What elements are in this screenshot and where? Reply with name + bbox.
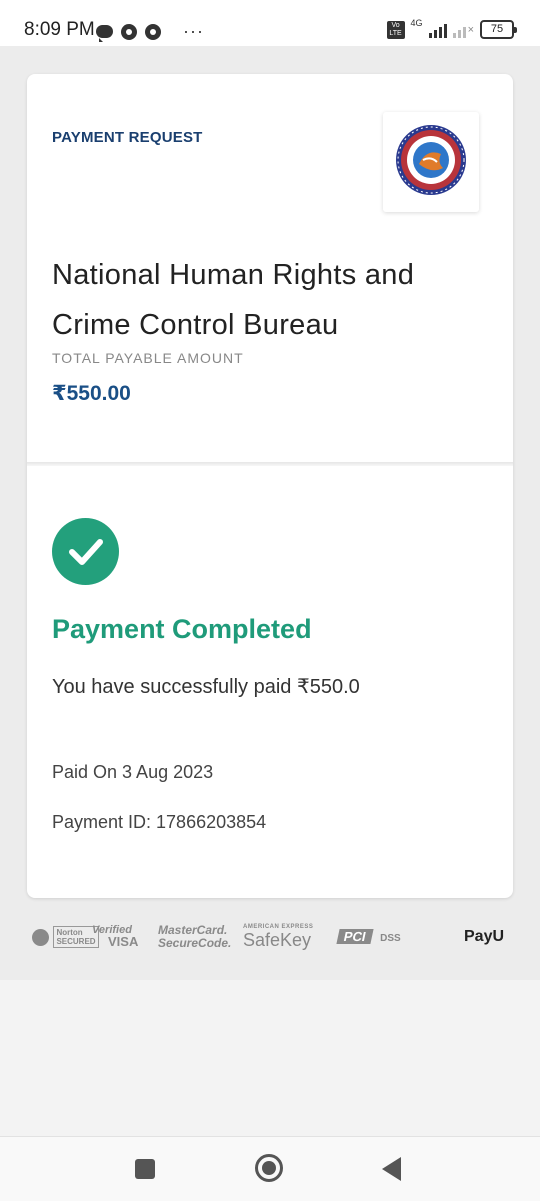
signal-icon [428, 22, 447, 38]
payment-status-message: You have successfully paid ₹550.0 [52, 676, 360, 698]
total-payable-label: TOTAL PAYABLE AMOUNT [52, 350, 244, 366]
system-navigation-bar [0, 1136, 540, 1201]
verified-visa-badge: Verified VISA [92, 924, 139, 949]
pci-dss-badge: PCI DSS [336, 928, 401, 946]
security-badges: Norton SECURED Verified VISA MasterCard.… [0, 916, 540, 960]
mastercard-securecode-badge: MasterCard. SecureCode. [158, 923, 232, 950]
signal-icon-sim2 [452, 22, 466, 38]
back-button[interactable] [382, 1157, 401, 1181]
organization-logo [383, 112, 479, 212]
norton-badge: Norton SECURED [32, 926, 100, 948]
network-type: 4G [410, 17, 423, 28]
organization-name: National Human Rights and Crime Control … [52, 259, 415, 341]
home-button[interactable] [255, 1154, 283, 1182]
recent-apps-button[interactable] [135, 1159, 155, 1179]
total-payable-amount: ₹550.00 [52, 382, 131, 405]
check-icon [52, 518, 119, 585]
notification-icons: ··· [96, 21, 204, 42]
chat-icon [96, 25, 113, 42]
system-icons: Vo LTE 4G × 75 [386, 17, 517, 39]
payment-request-label: PAYMENT REQUEST [52, 129, 203, 146]
paid-on-date: Paid On 3 Aug 2023 [52, 762, 214, 782]
payment-status-title: Payment Completed [52, 614, 312, 644]
payment-card: PAYMENT REQUEST National Human Rights an… [27, 74, 513, 898]
chrome-icon [145, 23, 161, 40]
payu-logo: PayU [464, 928, 505, 945]
no-signal-icon: × [467, 23, 474, 36]
section-divider [27, 462, 513, 466]
battery-icon: 75 [480, 20, 517, 39]
payment-id: Payment ID: 17866203854 [52, 812, 267, 832]
chrome-icon [121, 23, 137, 40]
clock: 8:09 PM [24, 19, 95, 40]
amex-safekey-badge: AMERICAN EXPRESS SafeKey [243, 924, 314, 950]
more-notifications-icon: ··· [183, 21, 204, 41]
volte-icon: Vo LTE [386, 20, 405, 39]
nhrccb-logo-icon [396, 125, 466, 195]
norton-check-icon [32, 928, 49, 946]
